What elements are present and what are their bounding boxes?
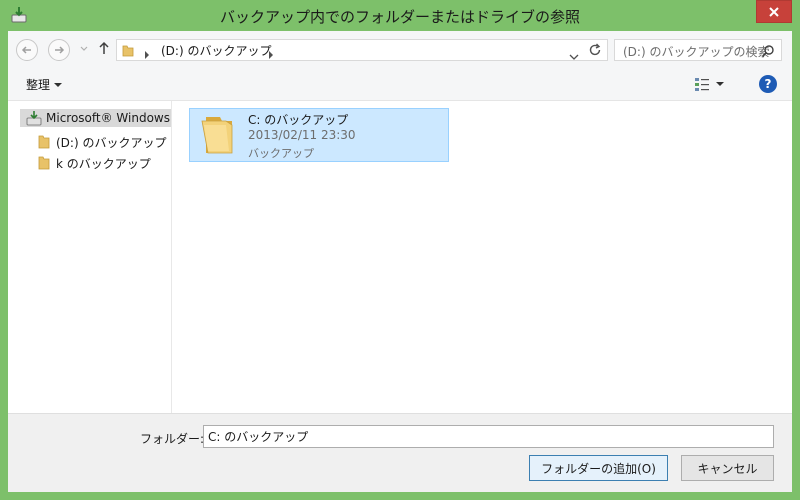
file-list: C: のバックアップ 2013/02/11 23:30 バックアップ: [173, 101, 792, 413]
organize-label: 整理: [26, 78, 51, 92]
folder-field[interactable]: [203, 425, 774, 448]
address-bar[interactable]: (D:) のバックアップ: [116, 39, 608, 61]
file-item-type: バックアップ: [248, 147, 314, 160]
folder-icon: [36, 134, 52, 150]
backup-drive-icon: [26, 110, 42, 126]
close-icon: [769, 6, 779, 17]
search-placeholder[interactable]: (D:) のバックアップの検索: [623, 43, 769, 60]
refresh-icon: [589, 43, 601, 56]
dialog-client-area: (D:) のバックアップ (D:) のバックアップの検索 整理 ? Micros…: [8, 31, 792, 492]
tree-item-k-backup[interactable]: k のバックアップ: [36, 154, 151, 172]
tree-item-label: Microsoft® Windows: [46, 111, 170, 125]
add-folder-button[interactable]: フォルダーの追加(O): [529, 455, 668, 481]
folder-icon: [196, 113, 240, 157]
navigation-pane: Microsoft® Windows (D:) のバックアップ k のバックアッ…: [8, 101, 172, 413]
address-dropdown-icon[interactable]: [569, 46, 579, 60]
chevron-right-icon[interactable]: [143, 45, 151, 59]
tree-item-label: (D:) のバックアップ: [56, 135, 167, 150]
search-icon[interactable]: [761, 43, 775, 58]
folder-icon: [121, 43, 135, 57]
chevron-down-icon: [80, 46, 88, 51]
file-item-name: C: のバックアップ: [248, 113, 349, 127]
search-box[interactable]: (D:) のバックアップの検索: [614, 39, 782, 61]
tree-item-label: k のバックアップ: [56, 156, 151, 171]
up-arrow-icon: [99, 41, 109, 54]
caret-down-icon: [54, 82, 63, 87]
dialog-window: バックアップ内でのフォルダーまたはドライブの参照 (D:) のバックアップ (D…: [0, 0, 800, 500]
forward-button[interactable]: [48, 39, 70, 61]
back-button[interactable]: [16, 39, 38, 61]
folder-field-label: フォルダー:: [140, 432, 205, 446]
dialog-footer: フォルダー: フォルダーの追加(O) キャンセル: [8, 413, 792, 492]
refresh-button[interactable]: [584, 39, 606, 61]
chevron-right-icon[interactable]: [267, 45, 275, 59]
help-button[interactable]: ?: [759, 75, 777, 93]
window-title: バックアップ内でのフォルダーまたはドライブの参照: [219, 8, 580, 26]
address-text[interactable]: (D:) のバックアップ: [161, 42, 271, 59]
folder-icon: [36, 155, 52, 171]
command-bar: 整理 ?: [8, 67, 792, 101]
back-arrow-icon: [21, 46, 31, 54]
file-item-date: 2013/02/11 23:30: [248, 128, 356, 142]
title-bar[interactable]: バックアップ内でのフォルダーまたはドライブの参照: [0, 0, 800, 31]
caret-down-icon: [716, 82, 724, 86]
tree-item-windows-backup[interactable]: Microsoft® Windows: [20, 109, 171, 127]
navigation-bar: (D:) のバックアップ (D:) のバックアップの検索: [8, 31, 792, 67]
tree-item-d-backup[interactable]: (D:) のバックアップ: [36, 133, 166, 151]
organize-button[interactable]: 整理: [26, 76, 63, 93]
cancel-button[interactable]: キャンセル: [681, 455, 774, 481]
file-item-c-backup[interactable]: C: のバックアップ 2013/02/11 23:30 バックアップ: [189, 108, 449, 162]
recent-locations-button[interactable]: [78, 43, 90, 55]
up-button[interactable]: [98, 41, 110, 54]
help-icon: ?: [764, 77, 772, 91]
forward-arrow-icon: [55, 46, 65, 54]
close-button[interactable]: [756, 0, 792, 23]
view-options-icon: [695, 78, 709, 91]
view-options-button[interactable]: [694, 75, 732, 93]
